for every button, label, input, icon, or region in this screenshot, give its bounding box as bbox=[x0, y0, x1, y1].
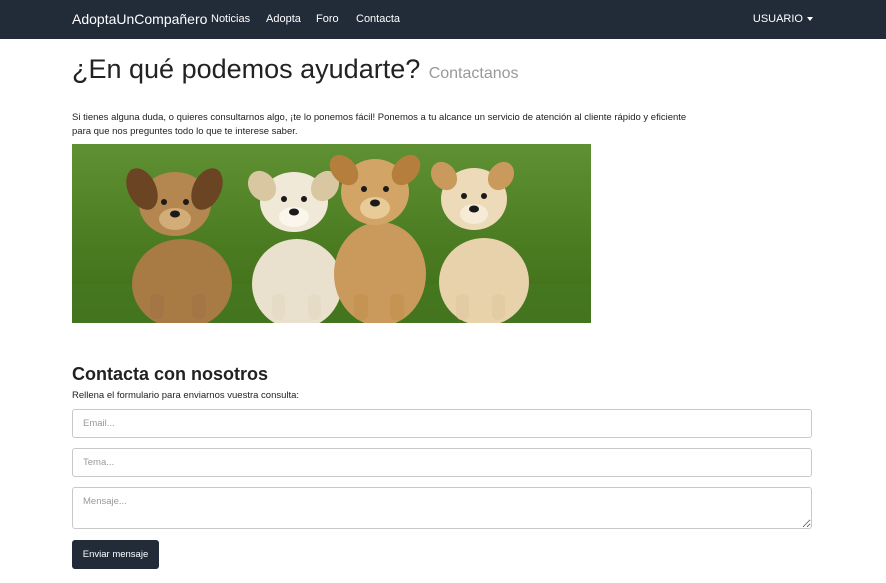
send-message-button[interactable]: Enviar mensaje bbox=[72, 540, 159, 569]
email-field[interactable] bbox=[72, 409, 812, 438]
intro-paragraph: Si tienes alguna duda, o quieres consult… bbox=[72, 112, 687, 137]
user-menu-label: USUARIO bbox=[752, 13, 803, 25]
nav-link-adopta[interactable]: Adopta bbox=[266, 13, 301, 25]
contact-section-description: Rellena el formulario para enviarnos vue… bbox=[72, 390, 300, 401]
caret-down-icon bbox=[807, 17, 813, 22]
page-title-main: ¿En qué podemos ayudarte? bbox=[72, 54, 421, 84]
navbar: AdoptaUnCompañero Noticias Adopta Foro C… bbox=[0, 0, 886, 39]
contact-section-title: Contacta con nosotros bbox=[72, 364, 269, 384]
page-title-subtitle: Contactanos bbox=[428, 65, 519, 82]
message-field[interactable] bbox=[72, 487, 812, 529]
subject-field[interactable] bbox=[72, 448, 812, 477]
brand-link[interactable]: AdoptaUnCompañero bbox=[72, 11, 207, 27]
user-menu-dropdown[interactable]: USUARIO bbox=[753, 13, 813, 25]
puppies-illustration bbox=[72, 144, 591, 323]
puppies-photo bbox=[72, 144, 591, 323]
page-title: ¿En qué podemos ayudarte? Contactanos bbox=[72, 54, 519, 85]
nav-link-noticias[interactable]: Noticias bbox=[211, 13, 250, 25]
nav-link-foro[interactable]: Foro bbox=[316, 13, 339, 25]
nav-link-contacta[interactable]: Contacta bbox=[356, 13, 400, 25]
